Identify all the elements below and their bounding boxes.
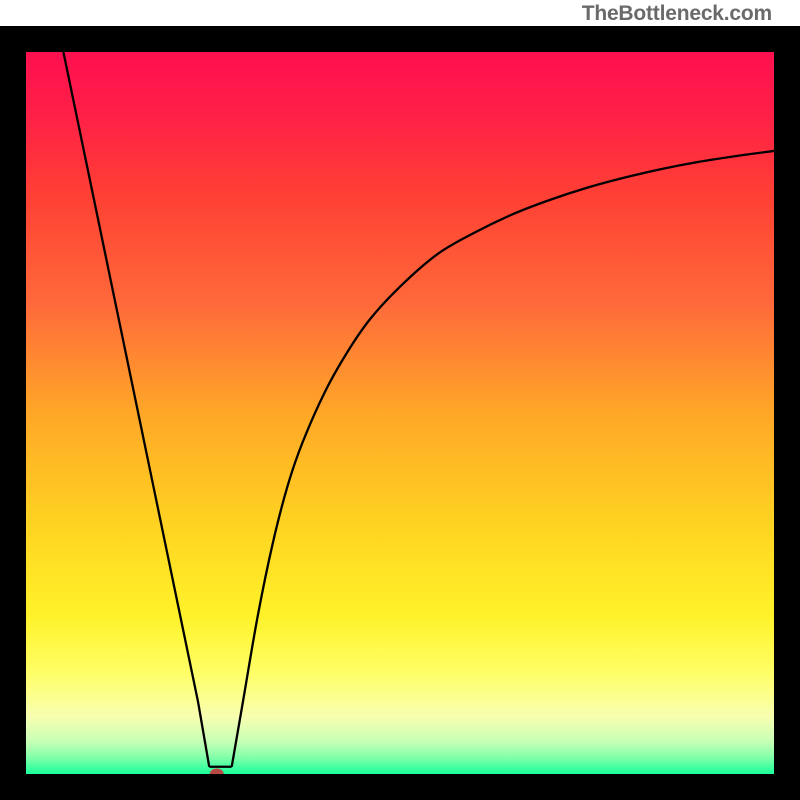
- source-caption: TheBottleneck.com: [582, 2, 772, 26]
- chart-plot: [26, 52, 774, 774]
- chart-container: TheBottleneck.com: [0, 0, 800, 800]
